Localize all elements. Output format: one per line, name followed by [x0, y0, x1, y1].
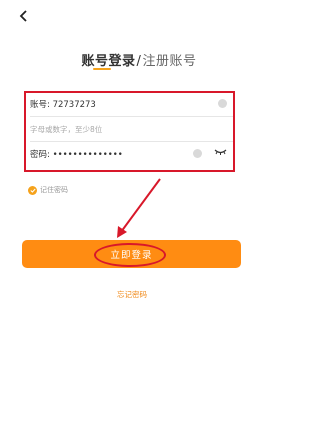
annotation-arrow: [117, 178, 161, 238]
annotation-highlight-oval: [94, 243, 166, 267]
forgot-password-link[interactable]: 忘记密码: [0, 289, 264, 300]
